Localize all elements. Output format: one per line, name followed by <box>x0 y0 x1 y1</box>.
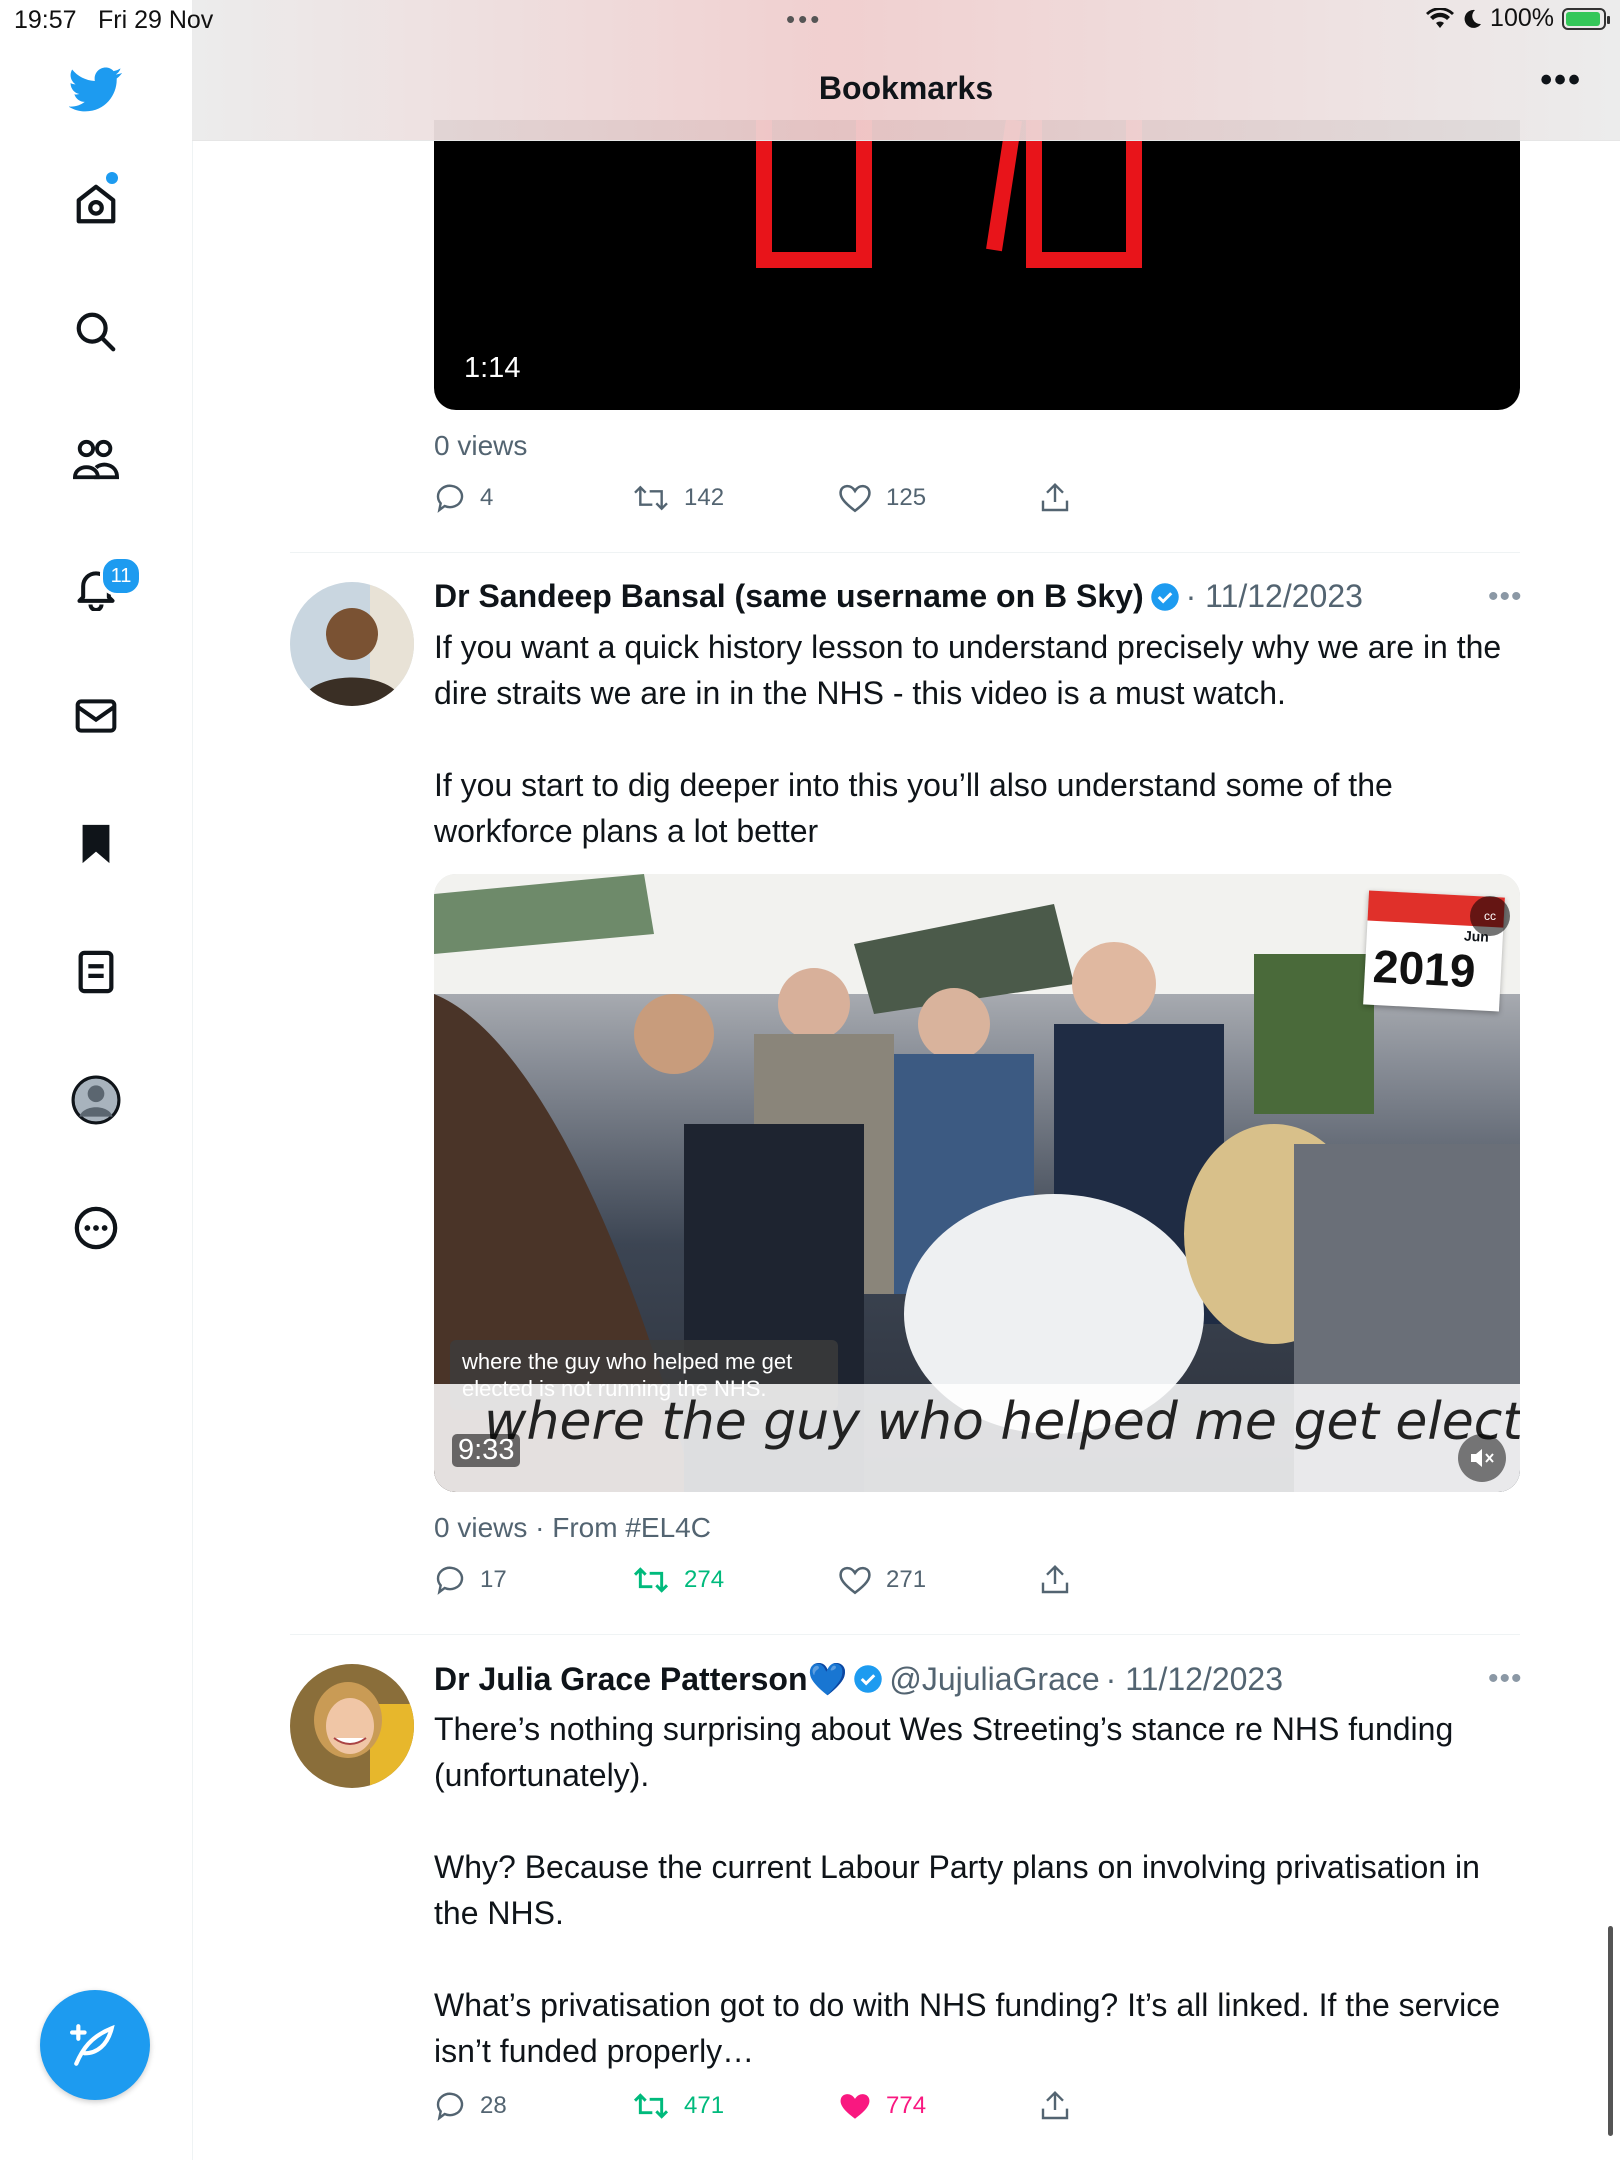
compose-tweet-button[interactable] <box>40 1990 150 2100</box>
tweet-1-video[interactable]: 1:14 <box>434 120 1520 410</box>
search-icon[interactable] <box>66 302 126 362</box>
reply-button[interactable]: 28 <box>434 2090 507 2122</box>
multitasking-dots-icon[interactable]: ••• <box>786 4 822 35</box>
tweet-actions: 28 471 774 <box>434 2090 1134 2130</box>
verified-badge-icon <box>854 1665 883 1693</box>
like-button[interactable]: 774 <box>838 2090 926 2122</box>
status-date: Fri 29 Nov <box>98 6 214 34</box>
retweet-count: 274 <box>684 1566 725 1593</box>
red-digital-clock-graphic <box>756 120 1142 268</box>
tweet-2-header: Dr Sandeep Bansal (same username on B Sk… <box>434 578 1363 615</box>
status-time: 19:57 <box>14 6 77 34</box>
avatar[interactable] <box>290 1664 414 1788</box>
retweet-count: 142 <box>684 484 725 511</box>
verified-badge-icon <box>1150 582 1179 611</box>
moon-icon <box>1464 9 1482 28</box>
retweet-icon <box>634 485 668 511</box>
profile-avatar-icon[interactable] <box>66 1070 126 1130</box>
tweet-paragraph: If you want a quick history lesson to un… <box>434 629 1502 711</box>
tweet-more-icon[interactable]: ••• <box>1488 1662 1523 1696</box>
sandeep-avatar-photo <box>290 582 414 706</box>
view-count[interactable]: 0 views · From #EL4C <box>434 1512 711 1544</box>
like-count: 125 <box>886 484 927 511</box>
tweet-paragraph: There’s nothing surprising about Wes Str… <box>434 1711 1454 1793</box>
heart-icon <box>839 484 871 513</box>
view-count: 0 views <box>434 430 528 461</box>
share-icon <box>1041 1564 1069 1594</box>
tweet-actions: 4 142 125 <box>434 482 1134 522</box>
battery-icon <box>1562 7 1610 30</box>
retweet-icon <box>633 1567 669 1593</box>
retweet-button[interactable]: 274 <box>632 1564 724 1596</box>
burned-in-subtitle: where the guy who helped me get elected <box>484 1392 1520 1452</box>
video-duration: 1:14 <box>464 352 521 384</box>
heart-filled-icon <box>840 2094 870 2119</box>
muted-speaker-icon <box>1471 1449 1494 1467</box>
home-unread-dot <box>106 172 118 184</box>
notification-count-badge: 11 <box>100 556 142 596</box>
battery-percent: 100% <box>1490 4 1554 32</box>
share-icon <box>1041 482 1069 512</box>
tweet-2-video[interactable]: Jun 2019 cc where the guy who helped me … <box>434 874 1520 1492</box>
tweet-paragraph: What’s privatisation got to do with NHS … <box>434 1987 1501 2069</box>
avatar[interactable] <box>290 582 414 706</box>
retweet-count: 471 <box>684 2092 725 2119</box>
tweet-paragraph: Why? Because the current Labour Party pl… <box>434 1849 1480 1931</box>
reply-icon <box>436 1566 464 1595</box>
like-count: 774 <box>886 2092 927 2119</box>
share-button[interactable] <box>1040 482 1070 514</box>
author-name[interactable]: Dr Julia Grace Patterson💙 <box>434 1660 847 1698</box>
tweet-actions: 17 274 271 <box>434 1564 1134 1604</box>
tweet-date[interactable]: · 11/12/2023 <box>1106 1661 1283 1698</box>
reply-count: 17 <box>480 1566 507 1593</box>
julia-avatar-photo <box>290 1664 414 1788</box>
tweet-paragraph: If you start to dig deeper into this you… <box>434 767 1393 849</box>
messages-envelope-icon[interactable] <box>66 686 126 746</box>
reply-count: 28 <box>480 2092 507 2119</box>
sidebar-nav: 11 <box>0 0 193 2160</box>
mute-button[interactable] <box>1458 1434 1506 1482</box>
share-button[interactable] <box>1040 1564 1070 1596</box>
reply-icon <box>436 2092 464 2121</box>
more-options-icon[interactable]: ••• <box>1540 63 1582 97</box>
heart-icon <box>839 1566 871 1595</box>
wifi-icon <box>1426 7 1455 28</box>
like-button[interactable]: 271 <box>838 1564 926 1596</box>
status-bar: 19:57 Fri 29 Nov ••• 100% <box>0 0 1620 38</box>
tweet-date[interactable]: · 11/12/2023 <box>1186 578 1363 615</box>
tweet-divider <box>290 1634 1520 1635</box>
like-button[interactable]: 125 <box>838 482 926 514</box>
closed-captions-button[interactable]: cc <box>1470 896 1510 936</box>
retweet-icon <box>633 2093 669 2119</box>
lists-icon[interactable] <box>66 942 126 1002</box>
compose-feather-icon <box>70 2024 115 2066</box>
tweet-2-text: If you want a quick history lesson to un… <box>434 624 1524 900</box>
calendar-year: 2019 <box>1371 939 1477 998</box>
twitter-logo-icon[interactable] <box>66 60 126 120</box>
communities-icon[interactable] <box>66 430 126 490</box>
reply-count: 4 <box>480 484 494 511</box>
tweet-3-header: Dr Julia Grace Patterson💙 @JujuliaGrace … <box>434 1660 1283 1698</box>
page-title: Bookmarks <box>818 70 994 106</box>
reply-button[interactable]: 4 <box>434 482 493 514</box>
home-icon[interactable] <box>66 174 126 234</box>
share-button[interactable] <box>1040 2090 1070 2122</box>
share-icon <box>1041 2090 1069 2120</box>
more-circle-icon[interactable] <box>66 1198 126 1258</box>
author-handle[interactable]: @JujuliaGrace <box>889 1661 1099 1698</box>
scrollbar[interactable] <box>1608 1926 1613 2136</box>
tweet-3-text: There’s nothing surprising about Wes Str… <box>434 1706 1524 2120</box>
retweet-button[interactable]: 142 <box>632 482 724 514</box>
bookmark-icon[interactable] <box>66 814 126 874</box>
like-count: 271 <box>886 1566 927 1593</box>
retweet-button[interactable]: 471 <box>632 2090 724 2122</box>
reply-icon <box>436 484 464 513</box>
author-name[interactable]: Dr Sandeep Bansal (same username on B Sk… <box>434 578 1144 615</box>
tweet-more-icon[interactable]: ••• <box>1488 580 1523 614</box>
tweet-divider <box>290 552 1520 553</box>
reply-button[interactable]: 17 <box>434 1564 507 1596</box>
video-duration: 9:33 <box>452 1434 521 1467</box>
